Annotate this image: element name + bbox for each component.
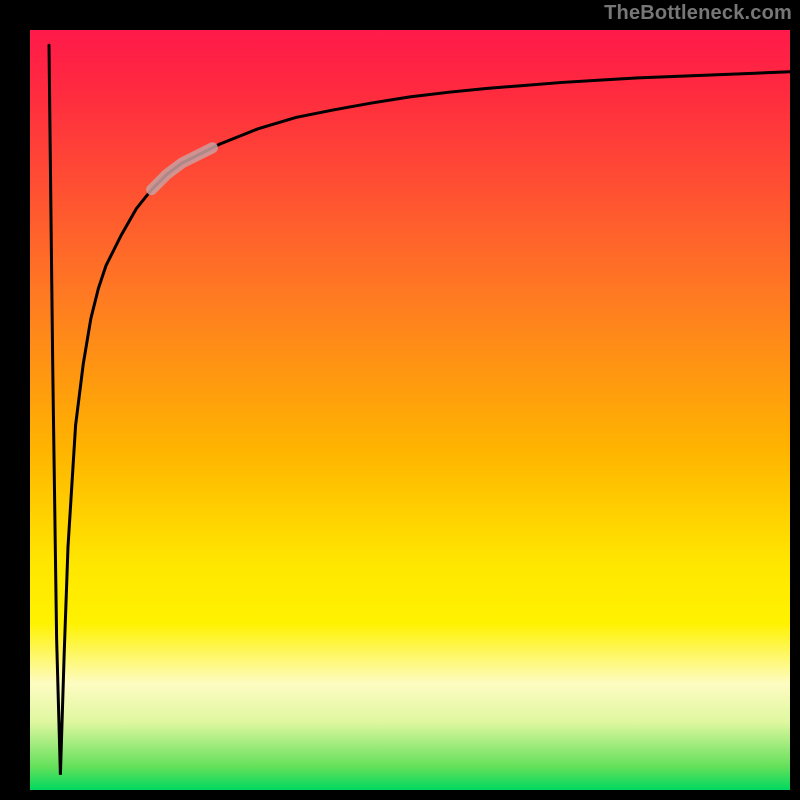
plot-area: [30, 30, 790, 790]
highlight-segment: [152, 148, 213, 190]
bottleneck-curve: [49, 45, 790, 775]
curve-svg: [30, 30, 790, 790]
chart-frame: TheBottleneck.com: [0, 0, 800, 800]
watermark-text: TheBottleneck.com: [604, 2, 792, 25]
